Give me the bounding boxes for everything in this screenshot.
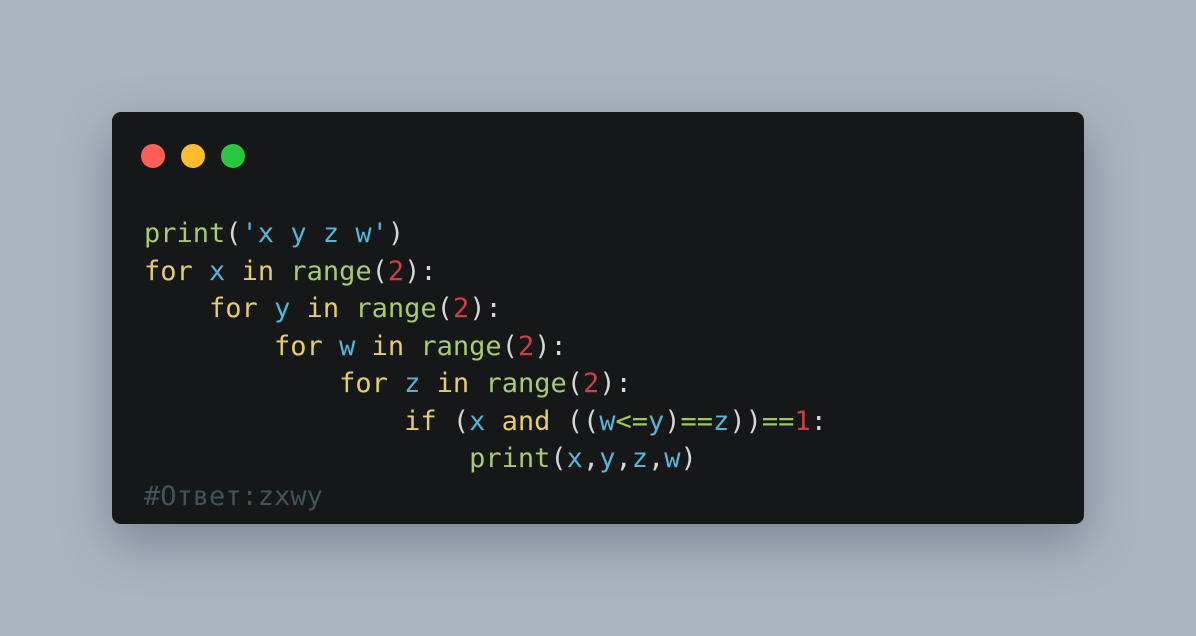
code-line: #Ответ:zxwy bbox=[144, 478, 827, 516]
code-token-variable: w bbox=[339, 330, 356, 362]
code-token-punct: ( bbox=[501, 330, 518, 362]
code-token-function: range bbox=[290, 255, 372, 287]
code-token-punct: ): bbox=[469, 293, 502, 324]
zoom-dot-icon[interactable] bbox=[221, 144, 245, 168]
code-token-function: print bbox=[144, 218, 226, 249]
code-token-variable: w bbox=[599, 405, 616, 437]
code-token-punct bbox=[469, 368, 485, 399]
code-token-punct: : bbox=[810, 405, 827, 437]
code-token-punct bbox=[404, 331, 420, 362]
code-token-punct bbox=[388, 368, 404, 399]
code-token-keyword: for bbox=[144, 255, 193, 287]
code-token-variable: y bbox=[599, 443, 616, 474]
code-token-variable: x bbox=[566, 443, 583, 474]
code-token-punct: ) bbox=[664, 405, 681, 437]
code-token-function: range bbox=[485, 368, 567, 399]
code-token-punct: ): bbox=[599, 368, 632, 399]
code-token-punct bbox=[420, 368, 436, 399]
code-token-string: 'x y z w' bbox=[241, 218, 388, 249]
code-token-punct bbox=[144, 331, 274, 362]
code-line: for x in range(2): bbox=[144, 253, 827, 291]
code-token-variable: x bbox=[469, 405, 486, 437]
code-token-number: 2 bbox=[582, 368, 600, 399]
minimize-dot-icon[interactable] bbox=[181, 144, 205, 168]
code-token-keyword: for bbox=[274, 330, 323, 362]
code-token-variable: y bbox=[648, 405, 665, 437]
code-token-keyword: for bbox=[339, 368, 388, 399]
code-line: for z in range(2): bbox=[144, 365, 827, 403]
code-token-number: 2 bbox=[517, 330, 535, 362]
code-token-punct: ( bbox=[225, 218, 242, 249]
code-token-punct: ( bbox=[566, 368, 583, 399]
code-token-number: 1 bbox=[794, 405, 811, 437]
code-block: print('x y z w') for x in range(2): for y… bbox=[144, 215, 827, 515]
code-token-punct: )) bbox=[729, 405, 762, 437]
code-token-punct: ) bbox=[680, 443, 697, 474]
code-token-punct bbox=[144, 406, 404, 437]
code-token-punct bbox=[258, 293, 274, 324]
code-token-variable: z bbox=[713, 405, 730, 437]
code-token-punct: , bbox=[615, 443, 632, 474]
code-token-punct bbox=[339, 293, 355, 324]
code-token-variable: z bbox=[631, 443, 648, 474]
code-token-keyword: if bbox=[404, 405, 437, 437]
code-token-function: range bbox=[355, 293, 437, 324]
code-token-punct bbox=[144, 368, 339, 399]
code-line: for w in range(2): bbox=[144, 328, 827, 366]
code-token-punct: ) bbox=[387, 218, 405, 249]
code-line: print(x,y,z,w) bbox=[144, 440, 827, 478]
code-token-comment: #Ответ:zxwy bbox=[144, 480, 323, 512]
code-token-keyword: in bbox=[306, 293, 340, 324]
code-window: print('x y z w') for x in range(2): for y… bbox=[112, 112, 1084, 524]
code-token-punct bbox=[274, 256, 290, 287]
code-token-punct bbox=[144, 293, 209, 324]
code-token-keyword: for bbox=[209, 293, 258, 324]
code-token-punct: ): bbox=[534, 330, 567, 362]
code-token-punct bbox=[323, 331, 339, 362]
close-dot-icon[interactable] bbox=[141, 144, 165, 168]
code-token-punct: , bbox=[582, 443, 600, 474]
code-token-punct bbox=[355, 331, 371, 362]
code-token-variable: w bbox=[664, 443, 681, 474]
code-token-function: print bbox=[469, 443, 551, 474]
code-token-punct: ( bbox=[550, 443, 567, 474]
code-line: print('x y z w') bbox=[144, 215, 827, 253]
code-token-keyword: in bbox=[241, 255, 275, 287]
code-token-punct: (( bbox=[550, 405, 600, 437]
code-token-keyword: and bbox=[501, 405, 551, 437]
code-token-operator: == bbox=[680, 405, 714, 437]
code-token-punct bbox=[144, 443, 469, 474]
code-token-punct bbox=[193, 256, 209, 287]
code-token-punct: , bbox=[647, 443, 665, 474]
code-token-punct bbox=[290, 293, 306, 324]
code-token-operator: == bbox=[761, 405, 795, 437]
code-line: if (x and ((w<=y)==z))==1: bbox=[144, 403, 827, 441]
code-token-punct: ( bbox=[436, 293, 453, 324]
code-token-variable: z bbox=[404, 368, 421, 399]
code-token-function: range bbox=[420, 330, 502, 362]
code-line: for y in range(2): bbox=[144, 290, 827, 328]
code-token-number: 2 bbox=[452, 293, 470, 324]
code-token-punct bbox=[225, 256, 241, 287]
code-token-operator: <= bbox=[615, 405, 648, 437]
code-token-number: 2 bbox=[387, 255, 405, 287]
code-token-variable: x bbox=[209, 255, 226, 287]
code-token-keyword: in bbox=[371, 330, 405, 362]
code-token-punct: ( bbox=[436, 405, 470, 437]
code-token-punct: ( bbox=[371, 255, 388, 287]
code-token-punct bbox=[485, 406, 501, 437]
code-token-variable: y bbox=[274, 293, 291, 324]
code-token-punct: ): bbox=[404, 255, 437, 287]
code-token-keyword: in bbox=[436, 368, 470, 399]
